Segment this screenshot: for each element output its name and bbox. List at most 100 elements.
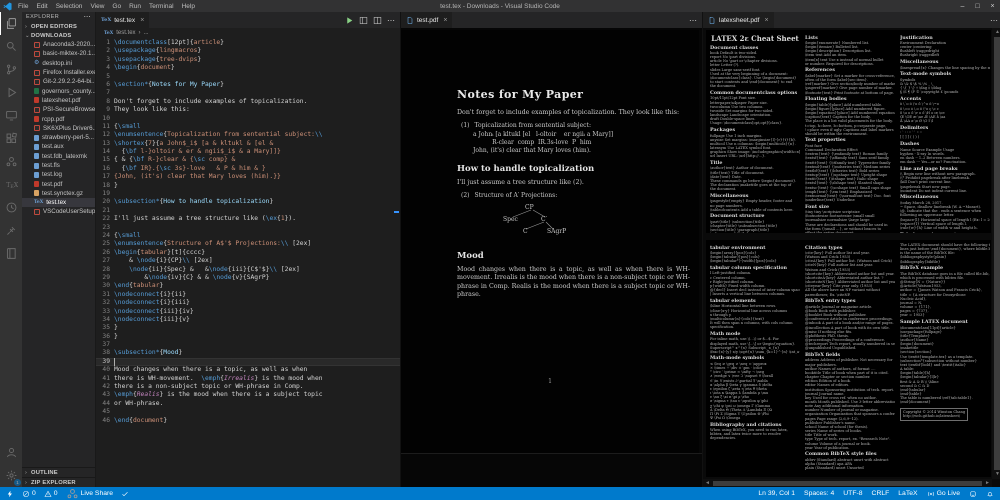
code-editor[interactable]: 1\documentclass[12pt]{article}2\usepacka… — [96, 38, 400, 487]
status-item-0[interactable]: 0 — [22, 490, 36, 498]
vertical-scrollbar[interactable]: ▲ ▼ — [992, 28, 1000, 479]
maximize-icon[interactable]: □ — [970, 3, 985, 10]
scrollbar-thumb[interactable] — [713, 481, 982, 486]
file-item[interactable]: test.fls — [22, 161, 95, 170]
status-item-smiley-icon[interactable] — [969, 490, 977, 498]
close-window-icon[interactable]: × — [985, 3, 1000, 10]
status-item-bell-icon[interactable] — [986, 490, 994, 498]
menu-item-go[interactable]: Go — [108, 3, 125, 10]
account-icon[interactable] — [0, 441, 22, 464]
pdf-viewer[interactable]: Notes for My Paper Don't forget to inclu… — [401, 28, 702, 487]
status-item-go-live[interactable]: Go Live — [927, 490, 960, 498]
syntax-tree: CP Spec C′ C SAgrP — [487, 204, 617, 242]
file-item[interactable]: strawberry-perl-5... — [22, 133, 95, 142]
file-item[interactable]: Git-2.29.2.2-64-bi... — [22, 77, 95, 86]
horizontal-scrollbar[interactable]: ◄ ► — [703, 479, 992, 487]
notebook-icon[interactable] — [0, 242, 22, 265]
scroll-right-icon[interactable]: ► — [983, 480, 992, 486]
file-item[interactable]: test.synctex.gz — [22, 189, 95, 198]
outline-section[interactable]: › OUTLINE — [22, 467, 95, 477]
menu-item-help[interactable]: Help — [178, 3, 199, 10]
pdf-file-icon — [34, 116, 39, 122]
tab-test-pdf[interactable]: test.pdf × — [401, 12, 453, 28]
file-item[interactable]: test.aux — [22, 142, 95, 151]
remote-preview-icon[interactable] — [0, 104, 22, 127]
file-item[interactable]: latexsheet.pdf — [22, 96, 95, 105]
explorer-icon[interactable] — [0, 12, 23, 35]
downloads-folder-section[interactable]: ⌄ DOWNLOADS — [22, 31, 95, 40]
menu-item-view[interactable]: View — [86, 3, 108, 10]
zip-explorer-section[interactable]: › ZIP EXPLORER — [22, 477, 95, 487]
source-control-icon[interactable] — [0, 58, 22, 81]
latex-workshop-icon[interactable]: TEX — [0, 173, 22, 196]
code-line: 41there is WH-movement. \emph{Irrealis} … — [96, 375, 400, 383]
close-tab-icon[interactable]: × — [443, 17, 447, 24]
tab-test-tex[interactable]: TeX test.tex × — [96, 12, 150, 28]
minimize-icon[interactable]: – — [955, 3, 970, 10]
extensions-icon[interactable] — [0, 127, 22, 150]
scroll-down-icon[interactable]: ▼ — [992, 470, 1000, 479]
file-item[interactable]: governors_county... — [22, 86, 95, 95]
file-item[interactable]: TeXtest.tex — [22, 198, 95, 207]
line-number: 40 — [96, 366, 114, 374]
run-debug-icon[interactable] — [0, 81, 22, 104]
menu-item-file[interactable]: File — [14, 3, 32, 10]
file-item[interactable]: basic-miktex-20.1... — [22, 49, 95, 58]
explorer-more-actions-icon[interactable]: ⋯ — [84, 13, 91, 21]
pdf-viewer[interactable]: LATEX 2ε Cheat SheetDocument classesbook… — [703, 28, 1000, 487]
status-item-live-share[interactable]: Live Share — [66, 487, 114, 500]
file-item[interactable]: rcpp.pdf — [22, 114, 95, 123]
cheatsheet-section-heading: Tabular environments — [900, 233, 990, 234]
scrollbar-thumb[interactable] — [994, 37, 1000, 470]
status-item-check-icon[interactable] — [121, 490, 129, 498]
file-item[interactable]: SK6XPlus Driver6... — [22, 124, 95, 133]
file-item[interactable]: Firefox Installer.exe — [22, 68, 95, 77]
build-run-icon[interactable] — [345, 16, 354, 25]
status-item-crlf[interactable]: CRLF — [872, 490, 890, 497]
menu-item-selection[interactable]: Selection — [52, 3, 87, 10]
search-icon[interactable] — [0, 35, 22, 58]
clock-icon[interactable] — [0, 196, 22, 219]
status-item-0[interactable]: 0 — [44, 490, 58, 498]
status-item-ln-39-col-1[interactable]: Ln 39, Col 1 — [758, 490, 795, 497]
file-item[interactable]: test.fdb_latexmk — [22, 152, 95, 161]
line-number: 36 — [96, 333, 114, 341]
close-tab-icon[interactable]: × — [140, 17, 144, 24]
menu-item-edit[interactable]: Edit — [32, 3, 51, 10]
file-name: test.pdf — [42, 181, 62, 188]
live-share-icon[interactable] — [0, 150, 22, 173]
more-actions-icon[interactable]: ⋯ — [689, 16, 697, 25]
file-item[interactable]: ⚙desktop.ini — [22, 59, 95, 68]
file-item[interactable]: test.log — [22, 170, 95, 179]
file-name: test.fdb_latexmk — [42, 153, 87, 160]
menu-item-terminal[interactable]: Terminal — [145, 3, 178, 10]
scroll-left-icon[interactable]: ◄ — [703, 480, 712, 486]
code-line: 13\shortex{7}{a John$_i$ [a & kltukl & [… — [96, 140, 400, 148]
code-line: 30\end{tabular} — [96, 282, 400, 290]
more-actions-icon[interactable]: ⋯ — [990, 16, 998, 25]
plug-icon[interactable] — [0, 219, 22, 242]
status-item-zap-icon[interactable] — [6, 490, 14, 498]
file-item[interactable]: Anaconda3-2020... — [22, 40, 95, 49]
menu-item-run[interactable]: Run — [125, 3, 145, 10]
open-editors-section[interactable]: › OPEN EDITORS — [22, 22, 95, 31]
close-tab-icon[interactable]: × — [764, 17, 768, 24]
file-item[interactable]: PSI-SecureBrowse... — [22, 105, 95, 114]
file-item[interactable]: test.pdf — [22, 179, 95, 188]
code-line: 12\enumsentence{Topicalization from sent… — [96, 131, 400, 139]
breadcrumb[interactable]: TeX test.tex › ... — [96, 28, 400, 38]
file-item[interactable]: VSCodeUserSetup... — [22, 207, 95, 216]
file-name: rcpp.pdf — [42, 116, 64, 123]
status-item-spaces-4[interactable]: Spaces: 4 — [804, 490, 834, 497]
more-actions-icon[interactable]: ⋯ — [387, 16, 395, 25]
line-number: 17 — [96, 173, 114, 181]
settings-gear-icon[interactable]: 1 — [0, 464, 22, 487]
scroll-up-icon[interactable]: ▲ — [992, 28, 1000, 37]
tab-latexsheet-pdf[interactable]: latexsheet.pdf × — [703, 12, 775, 28]
preview-icon[interactable] — [359, 16, 368, 25]
chevron-right-icon: › — [139, 30, 141, 36]
split-editor-icon[interactable] — [373, 16, 382, 25]
status-item-utf-8[interactable]: UTF-8 — [843, 490, 862, 497]
line-number: 35 — [96, 324, 114, 332]
status-item-latex[interactable]: LaTeX — [898, 490, 917, 497]
